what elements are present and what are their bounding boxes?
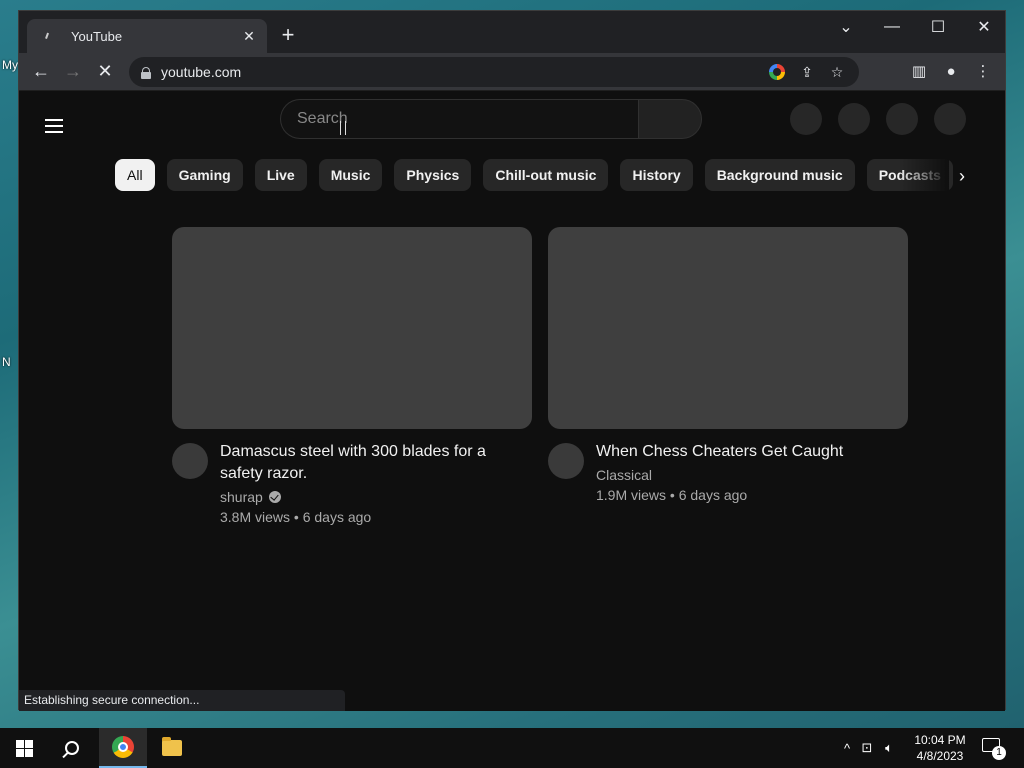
video-card[interactable]: Damascus steel with 300 blades for a saf… xyxy=(172,227,532,525)
stop-loading-button[interactable]: ✕ xyxy=(91,57,119,85)
title-bar: YouTube ✕ + ⌄ — ☐ ✕ xyxy=(19,11,1005,53)
text-cursor-icon xyxy=(340,121,346,135)
status-bubble: Establishing secure connection... xyxy=(19,690,345,711)
tab-close-icon[interactable]: ✕ xyxy=(239,26,259,46)
search-icon xyxy=(65,741,79,755)
desktop-icon-label: N xyxy=(2,355,11,369)
desktop-icon-label: My xyxy=(2,58,18,72)
address-bar[interactable]: youtube.com ⇪ ☆ xyxy=(129,57,859,87)
channel-name[interactable]: Classical xyxy=(596,467,908,483)
video-title[interactable]: When Chess Cheaters Get Caught xyxy=(596,441,908,463)
clock-date: 4/8/2023 xyxy=(916,749,964,763)
bookmark-star-icon[interactable]: ☆ xyxy=(827,62,847,82)
tray-icons: ^ ⊡ 🔈︎ xyxy=(838,728,900,768)
chrome-icon xyxy=(112,736,134,758)
network-icon[interactable]: ⊡ xyxy=(856,740,878,756)
header-icon-placeholder[interactable] xyxy=(886,103,918,135)
channel-name[interactable]: shurap xyxy=(220,489,532,505)
menu-kebab-icon[interactable]: ⋮ xyxy=(969,57,997,85)
taskbar-search-button[interactable] xyxy=(48,728,96,768)
header-icon-placeholder[interactable] xyxy=(790,103,822,135)
chip-background-music[interactable]: Background music xyxy=(704,159,855,191)
video-thumbnail[interactable] xyxy=(548,227,908,429)
taskbar-file-explorer[interactable] xyxy=(148,728,196,768)
channel-avatar[interactable] xyxy=(172,443,208,479)
new-tab-button[interactable]: + xyxy=(277,24,299,47)
url-text[interactable]: youtube.com xyxy=(161,64,241,80)
browser-window: YouTube ✕ + ⌄ — ☐ ✕ ← → ✕ youtube.com ⇪ … xyxy=(18,10,1006,711)
taskbar-chrome[interactable] xyxy=(99,728,147,768)
youtube-page: Search All Gaming Live Music Physics Chi… xyxy=(19,91,1005,711)
notification-badge: 1 xyxy=(992,746,1006,760)
chip-physics[interactable]: Physics xyxy=(394,159,472,191)
video-card[interactable]: When Chess Cheaters Get Caught Classical… xyxy=(548,227,908,503)
chip-chill-out-music[interactable]: Chill-out music xyxy=(483,159,609,191)
chevron-right-icon[interactable]: › xyxy=(949,163,975,189)
taskbar: ^ ⊡ 🔈︎ 10:04 PM 4/8/2023 1 xyxy=(0,728,1024,768)
folder-icon xyxy=(162,737,182,756)
profile-icon[interactable]: ● xyxy=(937,57,965,85)
video-title[interactable]: Damascus steel with 300 blades for a saf… xyxy=(220,441,532,485)
back-button[interactable]: ← xyxy=(27,57,55,85)
side-panel-icon[interactable]: ▥ xyxy=(905,57,933,85)
chevron-up-icon[interactable]: ^ xyxy=(838,741,856,756)
header-icon-placeholder[interactable] xyxy=(838,103,870,135)
start-button[interactable] xyxy=(0,728,48,768)
chip-live[interactable]: Live xyxy=(254,159,307,191)
verified-check-icon xyxy=(268,491,281,503)
tab-search-chevron-icon[interactable]: ⌄ xyxy=(823,11,869,43)
share-icon[interactable]: ⇪ xyxy=(797,62,817,82)
browser-toolbar: ← → ✕ youtube.com ⇪ ☆ ▥ ● ⋮ xyxy=(19,53,1005,91)
windows-logo-icon xyxy=(15,739,33,757)
search-button[interactable] xyxy=(638,99,702,139)
chip-music[interactable]: Music xyxy=(318,159,383,191)
chip-history[interactable]: History xyxy=(620,159,693,191)
hamburger-menu-icon[interactable] xyxy=(45,119,63,133)
filter-chips: All Gaming Live Music Physics Chill-out … xyxy=(115,159,953,191)
video-thumbnail[interactable] xyxy=(172,227,532,429)
google-lens-icon[interactable] xyxy=(767,62,787,82)
channel-avatar[interactable] xyxy=(548,443,584,479)
lock-icon[interactable] xyxy=(141,66,151,79)
video-stats: 1.9M views • 6 days ago xyxy=(596,487,748,503)
tab-youtube[interactable]: YouTube ✕ xyxy=(27,19,267,53)
search-input[interactable]: Search xyxy=(280,99,638,139)
notification-center-button[interactable]: 1 xyxy=(982,736,1006,760)
maximize-button[interactable]: ☐ xyxy=(915,11,961,43)
taskbar-clock[interactable]: 10:04 PM 4/8/2023 xyxy=(905,732,975,764)
avatar[interactable] xyxy=(934,103,966,135)
close-window-button[interactable]: ✕ xyxy=(961,11,1007,43)
video-stats: 3.8M views • 6 days ago xyxy=(220,509,372,525)
volume-icon[interactable]: 🔈︎ xyxy=(878,740,900,756)
clock-time: 10:04 PM xyxy=(914,733,966,747)
chip-all[interactable]: All xyxy=(115,159,155,191)
minimize-button[interactable]: — xyxy=(869,11,915,43)
loading-favicon-icon xyxy=(39,28,55,44)
forward-button[interactable]: → xyxy=(59,57,87,85)
tab-title: YouTube xyxy=(71,28,123,44)
chip-gaming[interactable]: Gaming xyxy=(166,159,243,191)
